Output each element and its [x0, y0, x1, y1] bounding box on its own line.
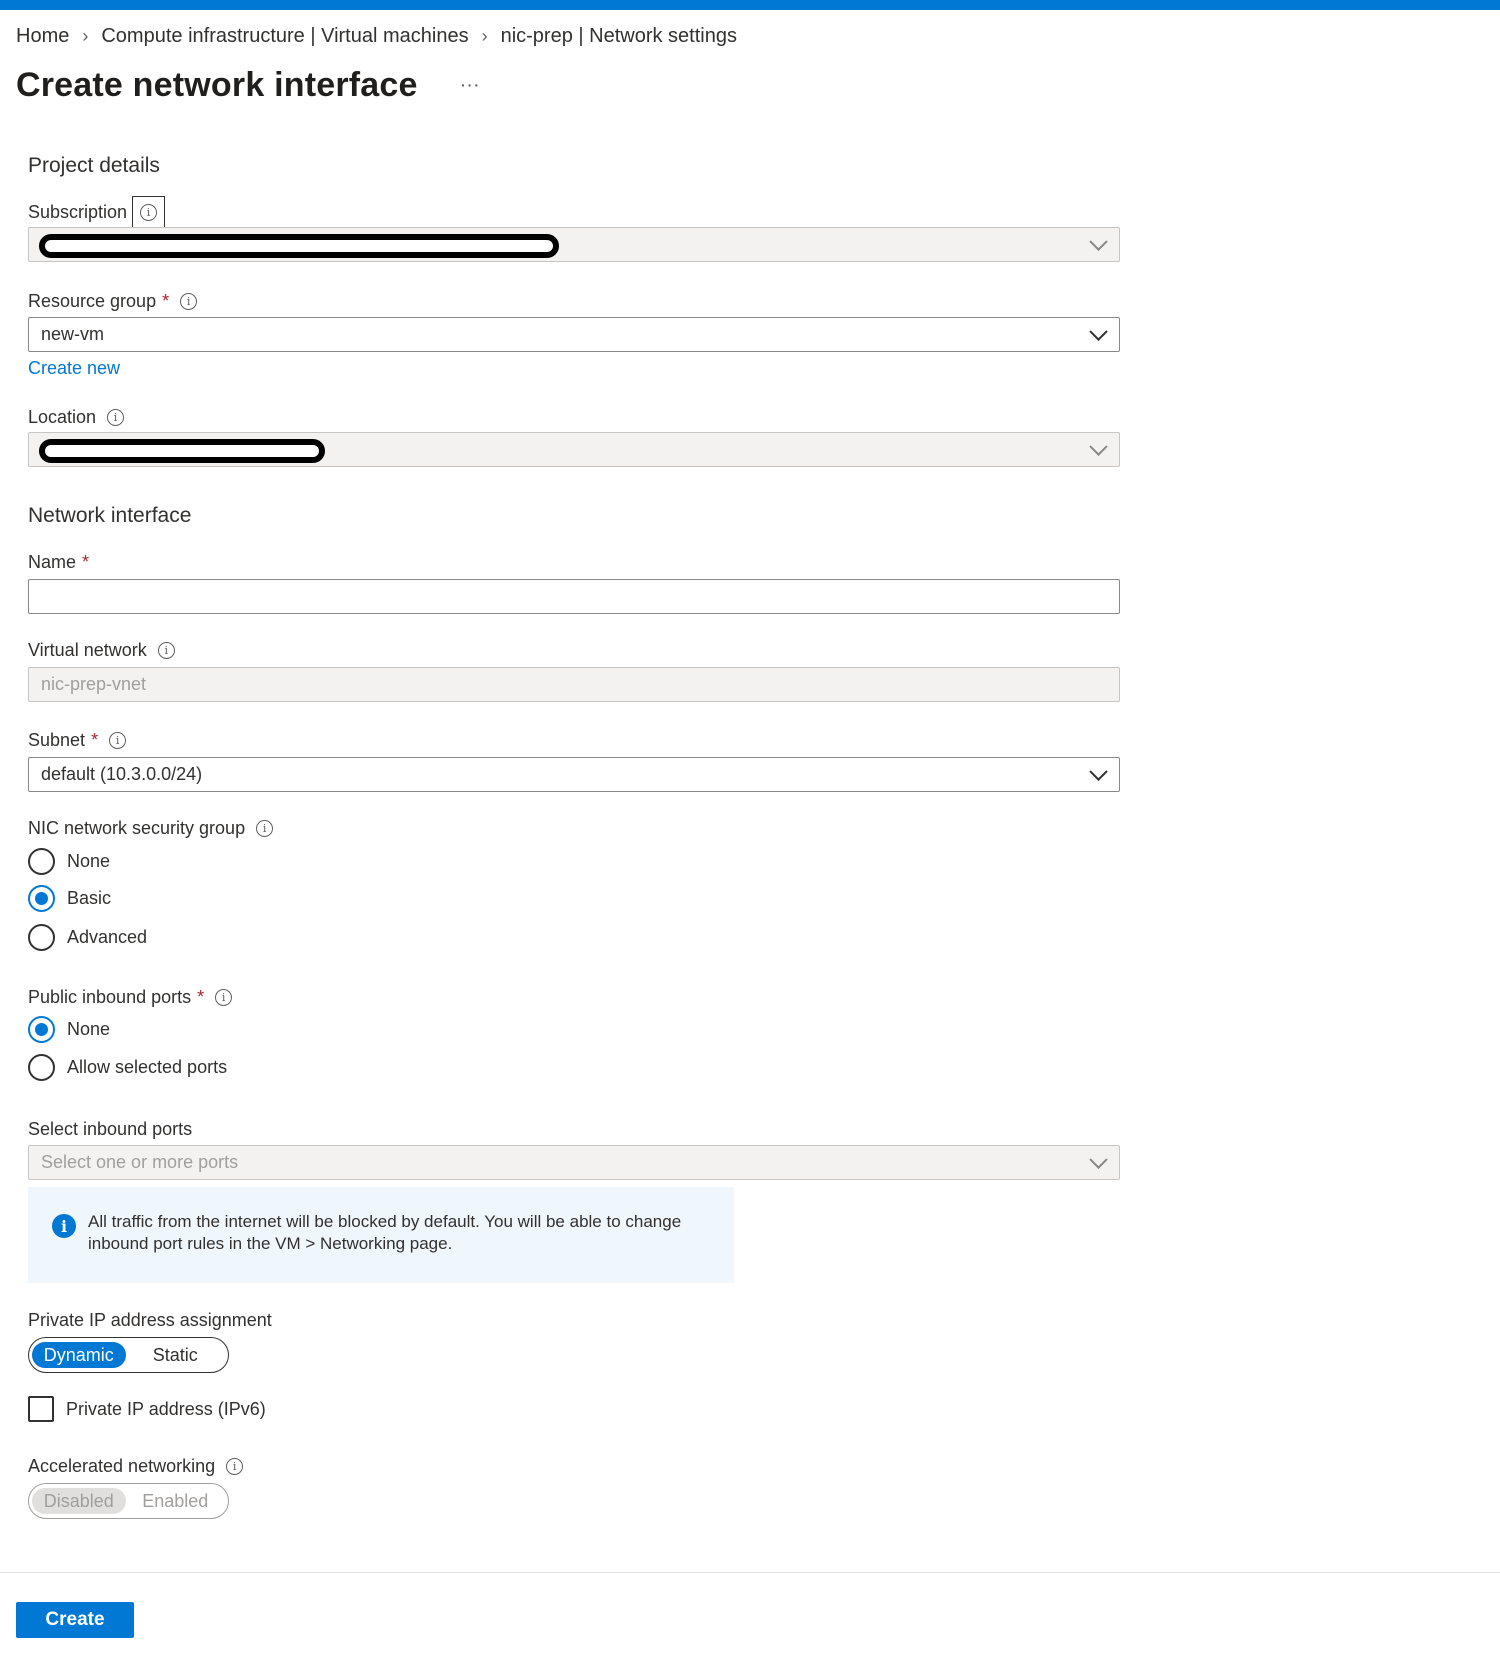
chevron-down-icon — [1089, 437, 1108, 456]
radio-button[interactable] — [28, 923, 55, 951]
subnet-value: default (10.3.0.0/24) — [41, 764, 203, 784]
private-ip-option-dynamic[interactable]: Dynamic — [32, 1342, 126, 1368]
breadcrumb: Home › Compute infrastructure | Virtual … — [16, 22, 737, 50]
accelerated-networking-label: Accelerated networking i — [28, 1454, 244, 1478]
info-filled-icon: i — [52, 1214, 76, 1238]
select-inbound-ports-label-text: Select inbound ports — [28, 1118, 193, 1139]
subnet-label-text: Subnet — [28, 729, 86, 750]
virtual-network-field: nic-prep-vnet — [28, 667, 1120, 702]
public-ports-option-none[interactable]: None — [28, 1014, 110, 1044]
nsg-option-advanced[interactable]: Advanced — [28, 922, 147, 952]
resource-group-value: new-vm — [41, 324, 105, 344]
chevron-right-icon: › — [82, 25, 89, 46]
breadcrumb-network-settings[interactable]: nic-prep | Network settings — [501, 25, 737, 48]
resource-group-dropdown[interactable]: new-vm — [28, 317, 1120, 352]
chevron-right-icon: › — [481, 25, 488, 46]
page-title: Create network interface — [16, 65, 418, 104]
location-label: Location i — [28, 405, 125, 429]
accelerated-networking-toggle: Disabled Enabled — [28, 1483, 229, 1519]
info-icon[interactable]: i — [215, 988, 233, 1006]
footer-divider — [0, 1572, 1500, 1573]
info-icon: i — [140, 203, 158, 221]
more-options-icon[interactable]: ··· — [456, 74, 484, 97]
location-dropdown[interactable] — [28, 432, 1120, 467]
section-title-network-interface: Network interface — [28, 504, 192, 527]
chevron-down-icon — [1089, 322, 1108, 341]
nsg-option-advanced-label: Advanced — [67, 926, 148, 947]
radio-button[interactable] — [28, 1053, 55, 1081]
subscription-label: Subscription i — [28, 195, 166, 229]
subnet-label: Subnet * i — [28, 728, 127, 752]
create-button[interactable]: Create — [16, 1602, 134, 1638]
subscription-label-text: Subscription — [28, 201, 128, 222]
redaction-mark — [39, 234, 559, 258]
public-inbound-ports-label: Public inbound ports * i — [28, 985, 233, 1009]
redaction-mark — [39, 439, 325, 463]
info-icon[interactable]: i — [180, 292, 198, 310]
info-message-box: i All traffic from the internet will be … — [28, 1187, 734, 1283]
info-message-text: All traffic from the internet will be bl… — [88, 1212, 682, 1253]
radio-button-selected[interactable] — [28, 884, 55, 912]
page-header: Create network interface ··· — [16, 60, 484, 110]
required-asterisk: * — [197, 986, 205, 1007]
select-inbound-ports-label: Select inbound ports — [28, 1117, 192, 1141]
chevron-down-icon — [1089, 232, 1108, 251]
private-ip-assignment-label: Private IP address assignment — [28, 1308, 272, 1332]
info-icon[interactable]: i — [107, 408, 125, 426]
subnet-dropdown[interactable]: default (10.3.0.0/24) — [28, 757, 1120, 792]
chevron-down-icon — [1089, 762, 1108, 781]
chevron-down-icon — [1089, 1150, 1108, 1169]
subscription-dropdown[interactable] — [28, 227, 1120, 262]
section-title-project-details: Project details — [28, 154, 160, 177]
radio-button-selected[interactable] — [28, 1015, 55, 1043]
resource-group-label: Resource group * i — [28, 289, 198, 313]
info-icon[interactable]: i — [157, 641, 175, 659]
required-asterisk: * — [82, 551, 90, 572]
private-ip-option-static[interactable]: Static — [126, 1342, 225, 1368]
nsg-option-basic-label: Basic — [67, 887, 112, 908]
public-ports-option-allow-selected[interactable]: Allow selected ports — [28, 1052, 227, 1082]
nsg-label-text: NIC network security group — [28, 817, 246, 838]
public-ports-option-none-label: None — [67, 1018, 111, 1039]
nsg-option-none-label: None — [67, 850, 111, 871]
nsg-option-none[interactable]: None — [28, 846, 110, 876]
resource-group-label-text: Resource group — [28, 290, 157, 311]
ipv6-checkbox-label: Private IP address (IPv6) — [66, 1398, 266, 1419]
location-label-text: Location — [28, 406, 97, 427]
ipv6-checkbox-row[interactable]: Private IP address (IPv6) — [28, 1394, 266, 1424]
accelerated-networking-label-text: Accelerated networking — [28, 1455, 216, 1476]
virtual-network-label-text: Virtual network — [28, 639, 147, 660]
top-accent-bar — [0, 0, 1500, 10]
required-asterisk: * — [91, 729, 99, 750]
breadcrumb-virtual-machines[interactable]: Compute infrastructure | Virtual machine… — [101, 25, 468, 48]
public-inbound-ports-label-text: Public inbound ports — [28, 986, 192, 1007]
virtual-network-value: nic-prep-vnet — [41, 674, 147, 694]
create-new-resource-group-link[interactable]: Create new — [28, 358, 120, 379]
radio-button[interactable] — [28, 847, 55, 875]
subscription-info-button[interactable]: i — [132, 195, 166, 229]
nsg-option-basic[interactable]: Basic — [28, 883, 111, 913]
name-input[interactable] — [28, 579, 1120, 614]
accelerated-networking-option-enabled: Enabled — [142, 1490, 209, 1511]
virtual-network-label: Virtual network i — [28, 638, 175, 662]
select-inbound-ports-placeholder: Select one or more ports — [41, 1152, 239, 1172]
info-icon[interactable]: i — [109, 731, 127, 749]
public-ports-option-allow-selected-label: Allow selected ports — [67, 1056, 228, 1077]
nsg-label: NIC network security group i — [28, 816, 274, 840]
required-asterisk: * — [162, 290, 170, 311]
info-icon[interactable]: i — [256, 819, 274, 837]
private-ip-assignment-label-text: Private IP address assignment — [28, 1309, 272, 1330]
accelerated-networking-option-disabled: Disabled — [32, 1488, 126, 1514]
info-icon[interactable]: i — [226, 1457, 244, 1475]
select-inbound-ports-dropdown: Select one or more ports — [28, 1145, 1120, 1180]
name-label-text: Name — [28, 551, 77, 572]
name-label: Name * — [28, 550, 89, 574]
ipv6-checkbox[interactable] — [28, 1396, 54, 1422]
breadcrumb-home[interactable]: Home — [16, 25, 69, 48]
private-ip-assignment-toggle[interactable]: Dynamic Static — [28, 1337, 229, 1373]
